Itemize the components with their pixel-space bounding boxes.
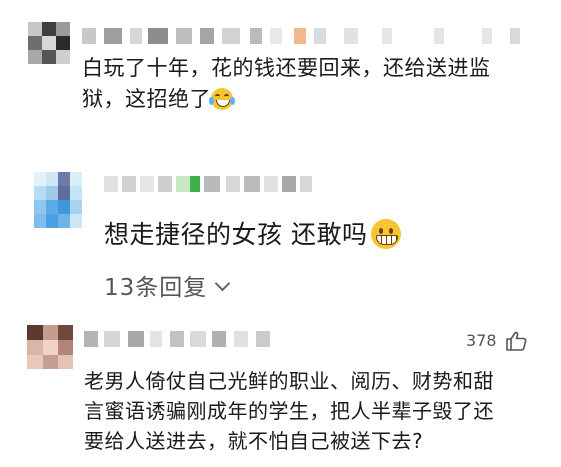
username-blurred[interactable]: [104, 176, 314, 192]
comment-text: 想走捷径的女孩 还敢吗: [104, 218, 402, 252]
comment-text: 老男人倚仗自己光鲜的职业、阅历、财势和甜 言蜜语诱骗刚成年的学生，把人半辈子毁了…: [84, 366, 554, 456]
chevron-down-icon: [215, 275, 231, 292]
comment-line: 要给人送进去，就不怕自己被送下去?: [84, 429, 424, 453]
comment-line: 狱，这招绝了: [82, 84, 542, 115]
username-blurred[interactable]: [84, 331, 284, 347]
comment-text: 白玩了十年，花的钱还要回来，还给送进监 狱，这招绝了: [82, 53, 542, 115]
comment-line: 言蜜语诱骗刚成年的学生，把人半辈子毁了还: [84, 399, 494, 423]
username-blurred[interactable]: [82, 28, 522, 44]
laughing-crying-emoji-icon: [209, 88, 235, 110]
user-avatar[interactable]: [27, 325, 73, 369]
thumbs-up-icon[interactable]: [505, 331, 527, 351]
view-replies-button[interactable]: 13条回复: [104, 268, 231, 302]
user-avatar[interactable]: [34, 172, 82, 228]
like-count: 378: [466, 331, 497, 350]
user-avatar[interactable]: [28, 22, 70, 64]
grinning-emoji-icon: [371, 219, 402, 249]
comment-line: 白玩了十年，花的钱还要回来，还给送进监: [82, 56, 491, 80]
comment-line: 老男人倚仗自己光鲜的职业、阅历、财势和甜: [84, 369, 494, 393]
